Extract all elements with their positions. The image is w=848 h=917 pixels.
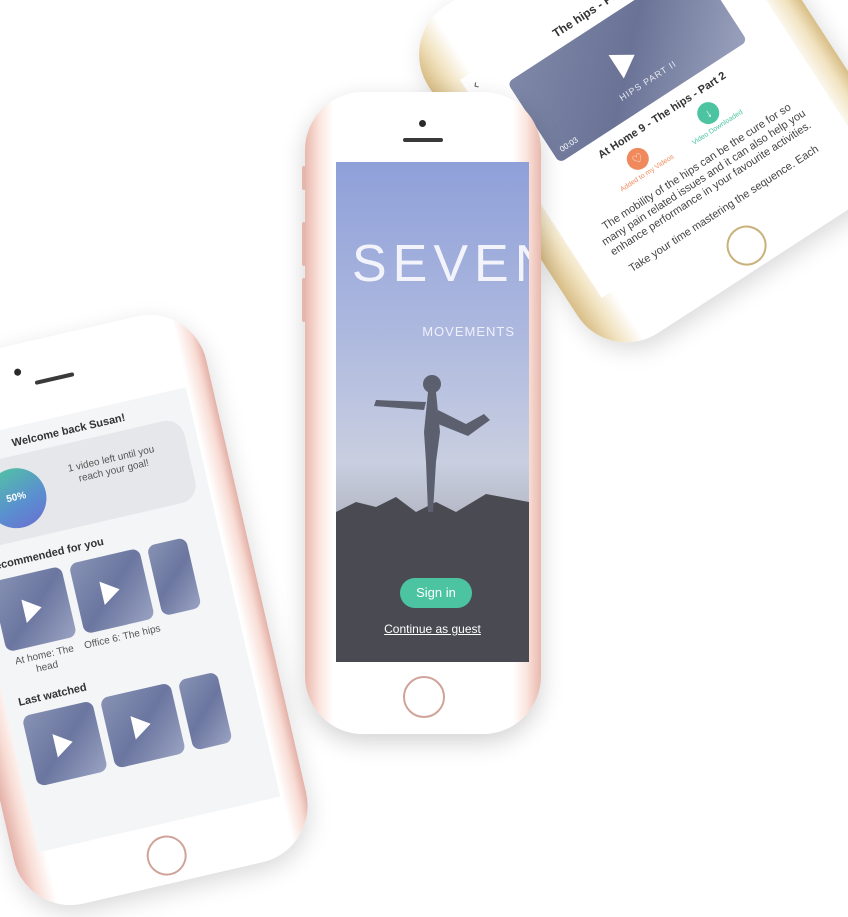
home-button xyxy=(142,831,191,880)
phone-speaker xyxy=(34,372,75,385)
phone-speaker xyxy=(403,138,443,142)
last-watched-video-thumbnail[interactable] xyxy=(177,671,233,751)
volume-up-button xyxy=(302,222,306,266)
play-icon xyxy=(99,577,123,606)
movements-logo-subtitle: MOVEMENTS xyxy=(422,324,515,339)
recommended-video-thumbnail[interactable] xyxy=(0,565,78,653)
phone-camera xyxy=(419,120,426,127)
volume-down-button xyxy=(302,278,306,322)
goal-text: 1 video left until you reach your goal! xyxy=(66,444,156,485)
home-button xyxy=(718,217,775,274)
phone-center-login: SEVEN MOVEMENTS Sign in Continue as gues… xyxy=(302,92,541,734)
play-icon xyxy=(130,712,154,740)
play-icon xyxy=(21,595,45,624)
home-button xyxy=(403,676,445,718)
last-watched-video-thumbnail[interactable] xyxy=(21,700,109,787)
phone-camera xyxy=(13,367,22,377)
play-icon xyxy=(52,730,76,758)
phone-left-home-feed: Welcome back Susan! 50% 1 video left unt… xyxy=(0,303,320,917)
mute-switch xyxy=(302,166,306,190)
seven-logo: SEVEN xyxy=(352,235,529,293)
last-watched-video-thumbnail[interactable] xyxy=(99,682,187,769)
yoga-silhouette-image xyxy=(336,375,529,662)
play-icon[interactable] xyxy=(608,43,643,79)
continue-as-guest-link[interactable]: Continue as guest xyxy=(336,622,529,636)
login-screen: SEVEN MOVEMENTS Sign in Continue as gues… xyxy=(336,162,529,662)
goal-progress-circle: 50% xyxy=(0,462,53,535)
recommended-video-thumbnail[interactable] xyxy=(68,547,155,635)
sign-in-button[interactable]: Sign in xyxy=(400,578,472,608)
recommended-video-thumbnail[interactable] xyxy=(146,537,202,617)
home-feed-screen: Welcome back Susan! 50% 1 video left unt… xyxy=(0,387,281,853)
video-time: 00:03 xyxy=(558,135,580,154)
